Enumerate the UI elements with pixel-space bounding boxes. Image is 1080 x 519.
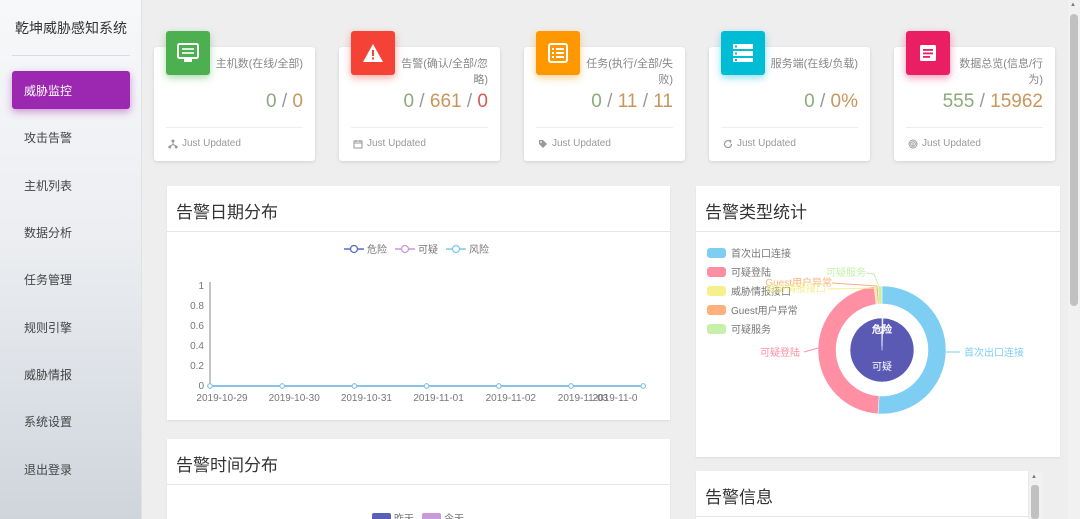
page-scrollbar[interactable]: ▲ — [1068, 0, 1080, 519]
card-value: 555 / 15962 — [942, 91, 1043, 112]
card-title: 主机数(在线/全部) — [215, 58, 303, 70]
data-point[interactable] — [279, 383, 285, 389]
card-footer: Just Updated — [908, 138, 981, 149]
server-icon — [721, 31, 765, 75]
sidebar-item-threat-monitor[interactable]: 威胁监控 — [12, 71, 130, 109]
stat-card-data-overview: 数据总览(信息/行为) 555 / 15962 Just Updated — [894, 31, 1055, 161]
legend-item[interactable]: 今天 — [422, 510, 464, 519]
chart-legend: 昨天 今天 — [372, 510, 464, 519]
sidebar-item-data-analysis[interactable]: 数据分析 — [12, 213, 130, 251]
x-tick-label: 2019-10-30 — [269, 393, 321, 404]
scrollbar-thumb[interactable] — [1031, 485, 1039, 519]
stat-card-tasks: 任务(执行/全部/失败) 0 / 11 / 11 Just Updated — [524, 31, 685, 161]
x-tick-label: 2019-11-02 — [486, 393, 537, 404]
divider — [166, 127, 303, 128]
fingerprint-icon — [908, 139, 918, 148]
legend-item[interactable]: 昨天 — [372, 510, 414, 519]
tag-icon — [539, 139, 547, 148]
leader-line — [803, 347, 819, 353]
pie-chart: 首次出口连接可疑登陆可疑服务Guest用户异常威胁情报接口危险可疑 — [760, 266, 1024, 415]
data-point[interactable] — [351, 383, 358, 389]
app-title: 乾坤威胁感知系统 — [15, 20, 127, 36]
x-tick-label: 2019-10-29 — [196, 393, 248, 404]
alert-type-panel: 告警类型统计 首次出口连接 可疑登陆 威胁情报接口 Guest用户异常 可疑服务… — [696, 186, 1060, 457]
refresh-icon — [723, 139, 733, 148]
card-title: 告警(确认/全部/忽略) — [401, 58, 488, 86]
pie-label: 可疑 — [872, 361, 892, 373]
y-tick-label: 0.8 — [190, 301, 204, 312]
card-footer: Just Updated — [538, 138, 611, 149]
y-tick-label: 1 — [198, 281, 204, 292]
card-title: 服务端(在线/负载) — [770, 58, 858, 70]
pie-label: 威胁情报接口 — [766, 282, 826, 295]
divider — [721, 127, 858, 128]
divider — [12, 55, 130, 56]
stat-card-alerts: 告警(确认/全部/忽略) 0 / 661 / 0 Just Updated — [339, 31, 500, 161]
pie-label: 可疑登陆 — [760, 346, 800, 359]
y-tick-label: 0.4 — [190, 341, 204, 352]
divider — [696, 516, 1028, 517]
stat-card-hosts: 主机数(在线/全部) 0 / 0 Just Updated — [154, 31, 315, 161]
sidebar-item-logout[interactable]: 退出登录 — [12, 450, 130, 488]
warning-icon — [351, 31, 395, 75]
sitemap-icon — [168, 139, 178, 148]
card-footer: Just Updated — [168, 138, 241, 149]
sidebar-item-host-list[interactable]: 主机列表 — [12, 166, 130, 204]
sidebar-item-threat-intel[interactable]: 威胁情报 — [12, 355, 130, 393]
y-tick-label: 0 — [198, 381, 204, 392]
x-tick-label: 2019-11-0 — [593, 393, 638, 404]
stat-card-servers: 服务端(在线/负载) 0 / 0% Just Updated — [709, 31, 870, 161]
y-tick-label: 0.6 — [190, 321, 204, 332]
monitor-icon — [166, 31, 210, 75]
scrollbar-thumb[interactable] — [1070, 14, 1078, 306]
calendar-icon — [353, 139, 363, 148]
document-icon — [906, 31, 950, 75]
sidebar-item-task-management[interactable]: 任务管理 — [12, 260, 130, 298]
pie-label: 可疑服务 — [826, 266, 866, 279]
card-value: 0 / 0% — [804, 91, 858, 112]
card-footer: Just Updated — [353, 138, 426, 149]
data-point[interactable] — [207, 383, 213, 389]
divider — [536, 127, 673, 128]
sidebar-item-rule-engine[interactable]: 规则引擎 — [12, 308, 130, 346]
x-tick-label: 2019-11-01 — [413, 393, 464, 404]
card-title: 数据总览(信息/行为) — [959, 58, 1043, 86]
pie-label: 危险 — [872, 323, 893, 336]
card-footer: Just Updated — [723, 138, 796, 149]
divider — [167, 484, 670, 485]
sidebar-item-attack-alerts[interactable]: 攻击告警 — [12, 118, 130, 156]
data-point[interactable] — [423, 383, 430, 389]
card-title: 任务(执行/全部/失败) — [586, 58, 673, 86]
alert-info-panel: 告警信息 — [696, 471, 1028, 519]
card-value: 0 / 11 / 11 — [591, 91, 673, 112]
data-point[interactable] — [496, 383, 502, 389]
data-point[interactable] — [568, 383, 574, 389]
list-icon — [536, 31, 580, 75]
panel-title: 告警时间分布 — [176, 456, 278, 475]
alert-time-panel: 告警时间分布 昨天 今天 — [167, 439, 670, 519]
alert-date-panel: 告警日期分布 危险 可疑 风险 0 0.2 0.4 0.6 0.8 1 2019-10-29… — [167, 186, 670, 420]
panel-scrollbar[interactable]: ▲ — [1029, 473, 1042, 519]
pie-label: 首次出口连接 — [964, 346, 1024, 359]
y-tick-label: 0.2 — [190, 361, 204, 372]
card-value: 0 / 661 / 0 — [403, 91, 488, 112]
line-chart: 0 0.2 0.4 0.6 0.8 1 2019-10-29 2019-10-30 2019-1… — [190, 281, 646, 404]
panel-title: 告警信息 — [705, 488, 773, 507]
card-value: 0 / 0 — [266, 91, 303, 112]
scroll-up-icon[interactable]: ▲ — [1031, 474, 1037, 480]
data-point[interactable] — [640, 383, 646, 389]
x-tick-label: 2019-10-31 — [341, 393, 393, 404]
sidebar-item-system-settings[interactable]: 系统设置 — [12, 402, 130, 440]
sidebar: 乾坤威胁感知系统 威胁监控 攻击告警 主机列表 数据分析 任务管理 规则引擎 威… — [0, 0, 142, 519]
scroll-up-icon[interactable]: ▲ — [1070, 2, 1076, 8]
divider — [906, 127, 1043, 128]
divider — [351, 127, 488, 128]
leader-line — [831, 282, 878, 287]
